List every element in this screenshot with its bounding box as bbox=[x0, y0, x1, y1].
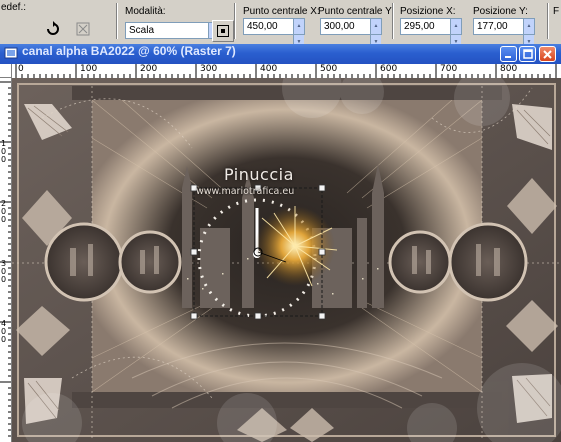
reset-button[interactable] bbox=[42, 18, 64, 40]
close-icon bbox=[543, 49, 552, 59]
pos-x-input[interactable]: 295,00 ▲ ▼ bbox=[400, 18, 462, 50]
ruler-tick-label: 300 bbox=[200, 64, 218, 74]
center-y-label: Punto centrale Y: bbox=[318, 6, 394, 17]
mode-label: Modalità: bbox=[125, 6, 166, 17]
mode-select[interactable]: Scala bbox=[125, 22, 225, 39]
mode-value: Scala bbox=[129, 25, 155, 36]
document-icon bbox=[4, 47, 18, 59]
pos-x-label: Posizione X: bbox=[400, 6, 456, 17]
ruler-tick-label: 200 bbox=[140, 64, 158, 74]
image-canvas[interactable]: Pinuccia www.mariotrafica.eu bbox=[12, 78, 561, 442]
canvas-watermark-url: www.mariotrafica.eu bbox=[196, 186, 295, 197]
ruler-tick-label: 1 0 0 bbox=[1, 139, 7, 164]
ruler-tick-label: 0 bbox=[18, 64, 24, 74]
ruler-tick-label: 400 bbox=[260, 64, 278, 74]
ruler-tick-label: 3 0 0 bbox=[1, 259, 7, 284]
pos-x-value: 295,00 bbox=[404, 21, 435, 32]
document-title-bar[interactable]: canal alpha BA2022 @ 60% (Raster 7) bbox=[0, 44, 561, 64]
canvas-watermark: Pinuccia bbox=[224, 165, 294, 184]
ruler-tick-label: 600 bbox=[380, 64, 398, 74]
close-button[interactable] bbox=[539, 46, 556, 62]
center-icon bbox=[217, 25, 229, 37]
center-y-input[interactable]: 300,00 ▲ ▼ bbox=[320, 18, 382, 50]
restore-icon bbox=[522, 49, 533, 59]
center-x-input[interactable]: 450,00 ▲ ▼ bbox=[243, 18, 305, 50]
document-title: canal alpha BA2022 @ 60% (Raster 7) bbox=[22, 44, 236, 58]
ruler-tick-label: 100 bbox=[80, 64, 98, 74]
ruler-tick-label: 800 bbox=[500, 64, 518, 74]
spin-up-icon[interactable]: ▲ bbox=[450, 19, 461, 34]
reset-icon bbox=[47, 21, 59, 35]
center-y-value: 300,00 bbox=[324, 21, 355, 32]
ruler-corner bbox=[0, 64, 12, 78]
center-button[interactable] bbox=[212, 20, 234, 42]
deform-icon bbox=[76, 22, 90, 36]
minimize-button[interactable] bbox=[500, 46, 517, 62]
center-x-value: 450,00 bbox=[247, 21, 278, 32]
minimize-icon bbox=[505, 55, 511, 58]
preset-label: edef.: bbox=[1, 2, 27, 13]
deform-button[interactable] bbox=[72, 18, 94, 40]
center-x-label: Punto centrale X: bbox=[243, 6, 320, 17]
ruler-tick-label: 2 0 0 bbox=[1, 199, 7, 224]
pos-y-value: 177,00 bbox=[477, 21, 508, 32]
pos-y-label: Posizione Y: bbox=[473, 6, 528, 17]
vertical-ruler[interactable]: 1 0 0 2 0 0 3 0 0 4 0 0 bbox=[0, 78, 12, 442]
ruler-tick-label: 4 0 0 bbox=[1, 319, 7, 344]
pos-y-input[interactable]: 177,00 ▲ ▼ bbox=[473, 18, 535, 50]
ruler-tick-label: 500 bbox=[320, 64, 338, 74]
tool-options-bar: edef.: Modalità: Scala Punto centrale X:… bbox=[0, 0, 561, 50]
spin-up-icon[interactable]: ▲ bbox=[370, 19, 381, 34]
spin-up-icon[interactable]: ▲ bbox=[293, 19, 304, 34]
canvas-artwork bbox=[12, 78, 561, 442]
horizontal-ruler[interactable]: 0 100 200 300 400 500 600 700 800 bbox=[12, 64, 561, 79]
ruler-tick-label: 700 bbox=[440, 64, 458, 74]
edge-label: F bbox=[553, 6, 560, 17]
spin-up-icon[interactable]: ▲ bbox=[523, 19, 534, 34]
restore-button[interactable] bbox=[519, 46, 536, 62]
